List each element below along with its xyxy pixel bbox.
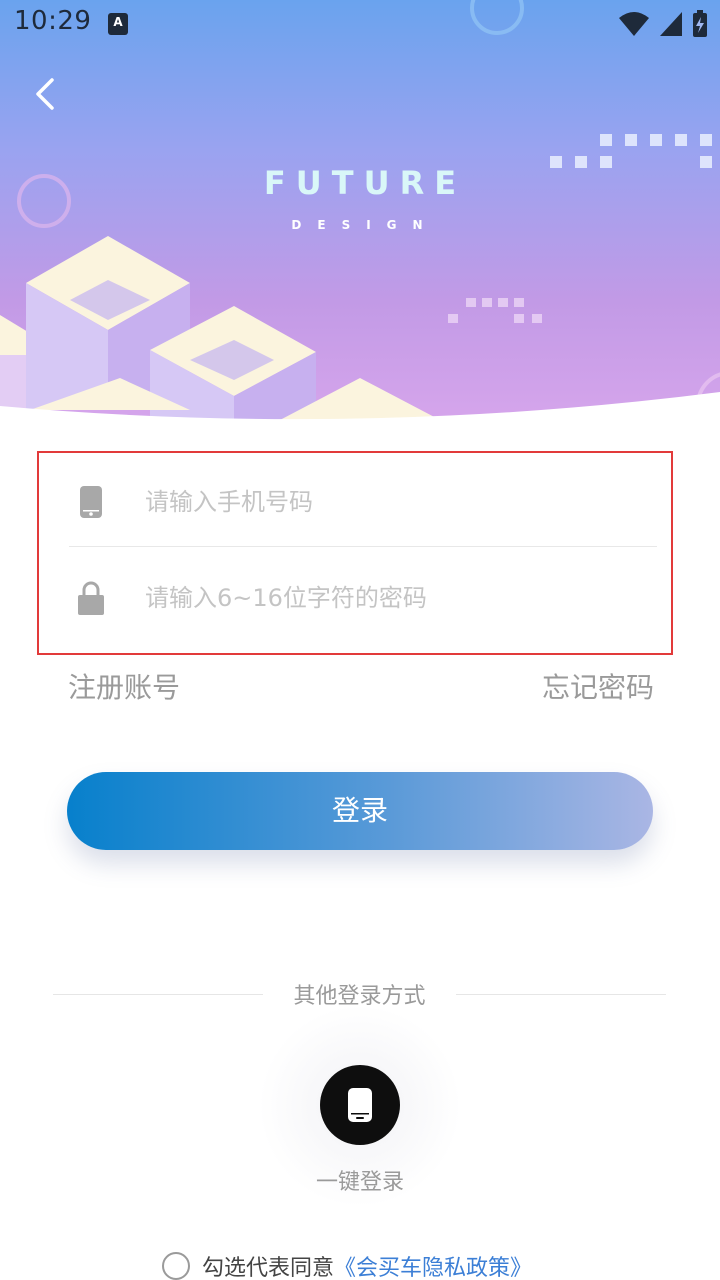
password-row <box>69 553 657 643</box>
banner-wave <box>0 392 720 430</box>
divider-line-right <box>456 994 666 995</box>
signal-icon <box>660 12 682 36</box>
notification-a-icon: A <box>108 13 128 35</box>
header-banner <box>0 0 720 430</box>
agreement-checkbox[interactable] <box>162 1252 190 1280</box>
status-icons <box>618 10 708 38</box>
phone-icon <box>71 482 111 522</box>
status-time: 10:29 <box>14 6 92 36</box>
logo-subtitle: DESIGN <box>291 218 439 232</box>
wifi-icon <box>619 12 649 36</box>
register-link[interactable]: 注册账号 <box>68 666 180 706</box>
chevron-left-icon <box>36 78 54 110</box>
battery-charging-icon <box>693 10 707 37</box>
password-input[interactable] <box>145 584 625 612</box>
onekey-login-button[interactable] <box>320 1065 400 1145</box>
agreement-row: 勾选代表同意 《会买车隐私政策》 <box>162 1248 532 1280</box>
lock-icon <box>71 578 111 618</box>
isometric-blocks-illustration <box>0 0 720 430</box>
phone-input[interactable] <box>145 487 625 516</box>
auth-links: 注册账号 忘记密码 <box>68 666 654 706</box>
logo-title: FUTURE <box>263 164 467 202</box>
login-button[interactable]: 登录 <box>67 772 653 850</box>
forgot-password-link[interactable]: 忘记密码 <box>542 666 654 706</box>
back-button[interactable] <box>28 74 68 114</box>
login-form <box>37 451 673 655</box>
agreement-text: 勾选代表同意 <box>202 1256 335 1280</box>
phone-row <box>69 457 657 547</box>
privacy-policy-link[interactable]: 《会买车隐私政策》 <box>334 1250 532 1280</box>
status-bar: 10:29 A <box>0 0 720 50</box>
onekey-login-label: 一键登录 <box>315 1170 404 1195</box>
phone-icon <box>348 1088 372 1122</box>
